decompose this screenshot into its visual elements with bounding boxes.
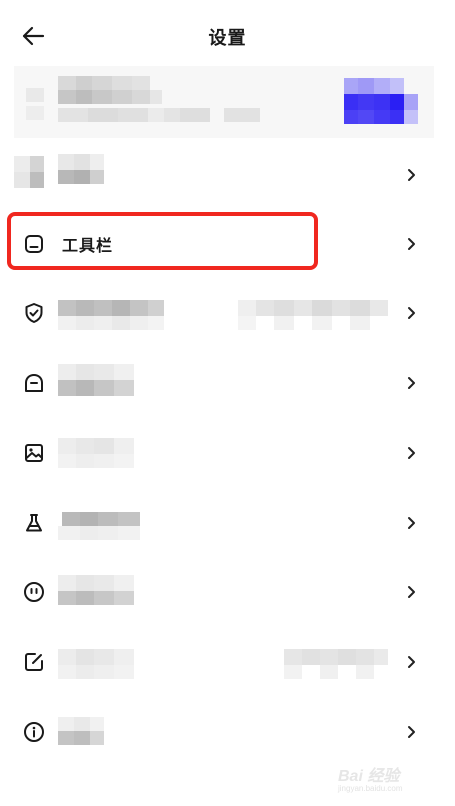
chevron-right-icon bbox=[408, 307, 415, 319]
info-circle-icon bbox=[24, 722, 44, 742]
chevron-right-icon bbox=[408, 586, 415, 598]
watermark: Bai 经验 jingyan.baidu.com bbox=[338, 762, 448, 796]
chevron-right-icon bbox=[408, 169, 415, 181]
shield-check-icon bbox=[25, 303, 43, 323]
toolbar-label: 工具栏 bbox=[62, 238, 114, 255]
row-label-blurred bbox=[58, 154, 108, 188]
chevron-right-icon bbox=[408, 517, 415, 529]
watermark-sub: jingyan.baidu.com bbox=[338, 784, 403, 793]
page-title: 设置 bbox=[208, 28, 247, 48]
face-minus-icon bbox=[25, 374, 43, 392]
settings-row-5[interactable] bbox=[0, 418, 455, 488]
row-label-blurred bbox=[58, 512, 148, 544]
chevron-right-icon bbox=[408, 238, 415, 250]
account-avatar-blurred bbox=[26, 76, 62, 126]
toolbar-icon bbox=[25, 235, 43, 253]
row-label-blurred bbox=[58, 300, 168, 332]
settings-screen: 设置 工具栏 Bai 经验 jingyan.baidu.com bbox=[0, 0, 455, 806]
account-badge-blurred bbox=[344, 78, 420, 124]
account-subtitle-blurred bbox=[58, 108, 298, 124]
flask-icon bbox=[26, 514, 42, 532]
row-value-blurred bbox=[238, 300, 390, 332]
settings-row-toolbar[interactable]: 工具栏 bbox=[0, 209, 455, 279]
chevron-right-icon bbox=[408, 377, 415, 389]
row-label-blurred bbox=[58, 575, 138, 607]
settings-row-1[interactable] bbox=[0, 140, 455, 210]
row-label-blurred bbox=[58, 717, 108, 749]
account-name-blurred bbox=[58, 76, 168, 106]
chevron-right-icon bbox=[408, 447, 415, 459]
row-label-blurred bbox=[58, 364, 138, 398]
settings-row-6[interactable] bbox=[0, 488, 455, 558]
settings-row-9[interactable] bbox=[0, 697, 455, 767]
row-icon-blurred bbox=[14, 156, 48, 188]
watermark-text: Bai 经验 bbox=[338, 768, 400, 785]
settings-row-4[interactable] bbox=[0, 348, 455, 418]
header: 设置 bbox=[0, 0, 455, 70]
settings-row-8[interactable] bbox=[0, 627, 455, 697]
settings-row-3[interactable] bbox=[0, 278, 455, 348]
chevron-right-icon bbox=[408, 656, 415, 668]
chevron-right-icon bbox=[408, 726, 415, 738]
row-value-blurred bbox=[284, 649, 390, 681]
row-label-blurred bbox=[58, 438, 138, 470]
edit-square-icon bbox=[25, 653, 43, 671]
row-label-blurred bbox=[58, 649, 138, 681]
settings-row-7[interactable] bbox=[0, 557, 455, 627]
smiley-face-icon bbox=[24, 582, 44, 602]
image-icon bbox=[25, 444, 43, 462]
account-card[interactable] bbox=[14, 66, 434, 138]
